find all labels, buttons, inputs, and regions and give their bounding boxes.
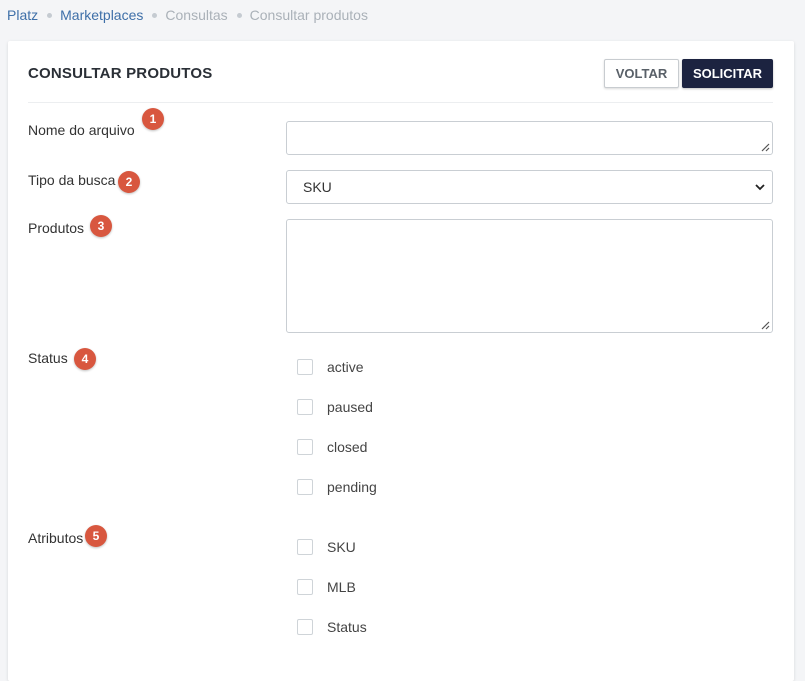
status-option-active[interactable]: active — [297, 358, 364, 376]
checkbox[interactable] — [297, 579, 313, 595]
step-badge-5: 5 — [85, 525, 107, 547]
breadcrumb-consultas: Consultas — [165, 7, 228, 23]
attributes-label: Atributos — [28, 530, 84, 546]
checkbox-label: MLB — [327, 579, 356, 595]
submit-button[interactable]: SOLICITAR — [682, 59, 773, 88]
resize-grip-icon[interactable] — [761, 143, 770, 152]
checkbox-label: paused — [327, 399, 373, 415]
checkbox-label: active — [327, 359, 364, 375]
search-type-label: Tipo da busca — [28, 172, 116, 188]
step-badge-1: 1 — [142, 108, 164, 130]
attribute-option-mlb[interactable]: MLB — [297, 578, 356, 596]
checkbox[interactable] — [297, 619, 313, 635]
checkbox[interactable] — [297, 479, 313, 495]
checkbox-label: pending — [327, 479, 377, 495]
checkbox[interactable] — [297, 539, 313, 555]
attribute-option-sku[interactable]: SKU — [297, 538, 356, 556]
status-option-paused[interactable]: paused — [297, 398, 373, 416]
status-option-closed[interactable]: closed — [297, 438, 367, 456]
chevron-down-icon — [755, 184, 765, 191]
checkbox-label: SKU — [327, 539, 356, 555]
breadcrumb-platz[interactable]: Platz — [7, 7, 38, 23]
resize-grip-icon[interactable] — [761, 321, 770, 330]
breadcrumb-current: Consultar produtos — [249, 7, 368, 23]
checkbox[interactable] — [297, 399, 313, 415]
form-card: CONSULTAR PRODUTOS VOLTAR SOLICITAR Nome… — [8, 41, 794, 681]
page-title: CONSULTAR PRODUTOS — [28, 65, 213, 82]
step-badge-2: 2 — [118, 171, 140, 193]
search-type-select[interactable]: SKU — [286, 170, 773, 204]
back-button[interactable]: VOLTAR — [604, 59, 679, 88]
checkbox-label: closed — [327, 439, 368, 455]
file-name-input[interactable] — [286, 121, 773, 155]
products-label: Produtos — [28, 220, 85, 236]
file-name-label: Nome do arquivo — [28, 122, 135, 138]
status-option-pending[interactable]: pending — [297, 478, 377, 496]
step-badge-4: 4 — [74, 348, 96, 370]
header-divider — [28, 102, 773, 103]
checkbox[interactable] — [297, 359, 313, 375]
breadcrumb-separator — [47, 12, 53, 18]
checkbox-label: Status — [327, 619, 367, 635]
breadcrumb-separator — [236, 12, 242, 18]
status-label: Status — [28, 350, 68, 366]
breadcrumb-separator — [152, 12, 158, 18]
search-type-selected: SKU — [303, 179, 332, 195]
breadcrumb: Platz Marketplaces Consultas Consultar p… — [7, 6, 368, 24]
checkbox[interactable] — [297, 439, 313, 455]
attribute-option-status[interactable]: Status — [297, 618, 367, 636]
breadcrumb-marketplaces[interactable]: Marketplaces — [60, 7, 143, 23]
products-textarea[interactable] — [286, 219, 773, 333]
step-badge-3: 3 — [90, 215, 112, 237]
